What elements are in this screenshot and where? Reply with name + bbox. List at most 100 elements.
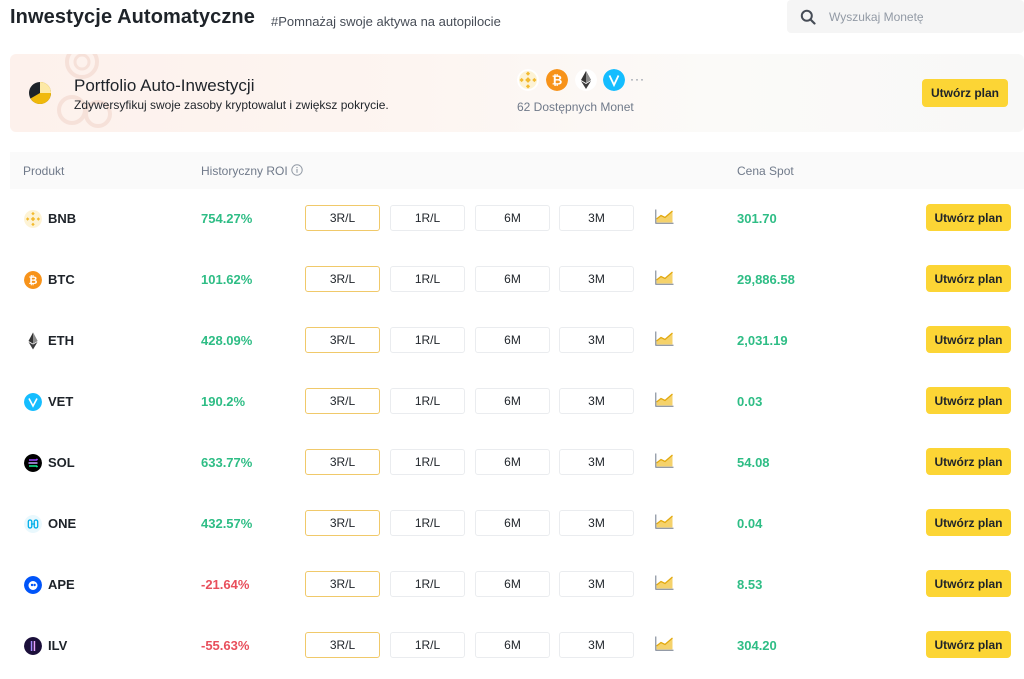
spot-price: 304.20 (737, 638, 777, 653)
search-input[interactable] (829, 4, 1014, 29)
period-button-1r-l[interactable]: 1R/L (390, 571, 465, 597)
coin-symbol: ETH (48, 333, 74, 348)
period-button-3m[interactable]: 3M (559, 205, 634, 231)
period-button-6m[interactable]: 6M (475, 205, 550, 231)
table-header: Produkt Historyczny ROI Cena Spot (10, 152, 1024, 189)
search-icon (800, 9, 816, 25)
roi-chart-icon[interactable] (655, 392, 674, 407)
period-button-3r-l[interactable]: 3R/L (305, 632, 380, 658)
coin-symbol: APE (48, 577, 75, 592)
create-plan-button[interactable]: Utwórz plan (926, 387, 1011, 414)
create-plan-button[interactable]: Utwórz plan (926, 509, 1011, 536)
period-button-1r-l[interactable]: 1R/L (390, 632, 465, 658)
period-button-6m[interactable]: 6M (475, 571, 550, 597)
period-button-3r-l[interactable]: 3R/L (305, 388, 380, 414)
btc-icon: ₿ (546, 69, 568, 91)
period-button-1r-l[interactable]: 1R/L (390, 510, 465, 536)
table-row: ETH 428.09% 3R/L 1R/L 6M 3M 2,031.19 Utwórz pla… (10, 311, 1024, 372)
search-box[interactable] (787, 0, 1024, 33)
sol-icon (24, 454, 42, 472)
spot-price: 0.03 (737, 394, 763, 409)
spot-price: 29,886.58 (737, 272, 795, 287)
period-button-3r-l[interactable]: 3R/L (305, 266, 380, 292)
coin-symbol: BNB (48, 211, 77, 226)
create-plan-button[interactable]: Utwórz plan (926, 204, 1011, 231)
column-spot-price: Cena Spot (737, 164, 794, 178)
pie-chart-icon (29, 81, 52, 104)
period-button-1r-l[interactable]: 1R/L (390, 205, 465, 231)
period-button-6m[interactable]: 6M (475, 266, 550, 292)
page-header: Inwestycje Automatyczne #Pomnażaj swoje … (0, 0, 1024, 42)
column-historical-roi: Historyczny ROI (201, 164, 288, 178)
more-coins-indicator: ··· (630, 72, 645, 86)
period-button-6m[interactable]: 6M (475, 510, 550, 536)
portfolio-banner: Portfolio Auto-Inwestycji Zdywersyfikuj … (10, 54, 1024, 132)
btc-icon: ₿ (24, 271, 42, 289)
roi-chart-icon[interactable] (655, 636, 674, 651)
coin-symbol: ILV (48, 638, 68, 653)
table-row: ₿ BTC 101.62% 3R/L 1R/L 6M 3M 29,886.58 Utwórz p… (10, 250, 1024, 311)
period-button-1r-l[interactable]: 1R/L (390, 327, 465, 353)
bnb-icon (517, 69, 539, 91)
create-plan-button[interactable]: Utwórz plan (926, 631, 1011, 658)
create-plan-button[interactable]: Utwórz plan (926, 448, 1011, 475)
period-button-3m[interactable]: 3M (559, 449, 634, 475)
column-product: Produkt (23, 164, 65, 178)
create-plan-button[interactable]: Utwórz plan (926, 326, 1011, 353)
svg-text:₿: ₿ (29, 274, 38, 287)
roi-chart-icon[interactable] (655, 209, 674, 224)
vet-icon (603, 69, 625, 91)
banner-description: Zdywersyfikuj swoje zasoby kryptowalut i… (74, 98, 389, 112)
roi-chart-icon[interactable] (655, 331, 674, 346)
coin-symbol: VET (48, 394, 74, 409)
ilv-icon (24, 637, 42, 655)
roi-chart-icon[interactable] (655, 270, 674, 285)
table-row: BNB 754.27% 3R/L 1R/L 6M 3M 301.70 Utwórz plan (10, 189, 1024, 250)
eth-icon (575, 69, 597, 91)
table-row: SOL 633.77% 3R/L 1R/L 6M 3M 54.08 Utwórz plan (10, 433, 1024, 494)
roi-value: -55.63% (201, 638, 250, 653)
period-button-3r-l[interactable]: 3R/L (305, 327, 380, 353)
period-button-6m[interactable]: 6M (475, 632, 550, 658)
roi-value: -21.64% (201, 577, 250, 592)
roi-value: 633.77% (201, 455, 253, 470)
create-plan-button[interactable]: Utwórz plan (926, 265, 1011, 292)
spot-price: 2,031.19 (737, 333, 788, 348)
roi-chart-icon[interactable] (655, 575, 674, 590)
table-row: APE -21.64% 3R/L 1R/L 6M 3M 8.53 Utwórz plan (10, 555, 1024, 616)
coin-symbol: SOL (48, 455, 75, 470)
table-row: VET 190.2% 3R/L 1R/L 6M 3M 0.03 Utwórz plan (10, 372, 1024, 433)
period-button-3m[interactable]: 3M (559, 632, 634, 658)
spot-price: 301.70 (737, 211, 777, 226)
info-icon[interactable] (291, 164, 303, 176)
roi-value: 432.57% (201, 516, 253, 531)
period-button-3r-l[interactable]: 3R/L (305, 205, 380, 231)
page-title: Inwestycje Automatyczne (10, 6, 255, 28)
period-button-1r-l[interactable]: 1R/L (390, 266, 465, 292)
period-button-6m[interactable]: 6M (475, 388, 550, 414)
period-button-3m[interactable]: 3M (559, 327, 634, 353)
period-button-3m[interactable]: 3M (559, 571, 634, 597)
period-button-6m[interactable]: 6M (475, 327, 550, 353)
roi-value: 428.09% (201, 333, 253, 348)
roi-chart-icon[interactable] (655, 514, 674, 529)
period-button-3r-l[interactable]: 3R/L (305, 510, 380, 536)
period-button-1r-l[interactable]: 1R/L (390, 388, 465, 414)
period-button-6m[interactable]: 6M (475, 449, 550, 475)
svg-text:₿: ₿ (552, 74, 563, 89)
period-button-3m[interactable]: 3M (559, 266, 634, 292)
period-button-1r-l[interactable]: 1R/L (390, 449, 465, 475)
spot-price: 8.53 (737, 577, 763, 592)
period-button-3r-l[interactable]: 3R/L (305, 449, 380, 475)
create-plan-button[interactable]: Utwórz plan (926, 570, 1011, 597)
period-button-3m[interactable]: 3M (559, 510, 634, 536)
period-button-3r-l[interactable]: 3R/L (305, 571, 380, 597)
coin-symbol: ONE (48, 516, 77, 531)
roi-value: 101.62% (201, 272, 253, 287)
roi-chart-icon[interactable] (655, 453, 674, 468)
roi-value: 754.27% (201, 211, 253, 226)
spot-price: 0.04 (737, 516, 763, 531)
roi-value: 190.2% (201, 394, 246, 409)
create-plan-button[interactable]: Utwórz plan (922, 79, 1008, 107)
period-button-3m[interactable]: 3M (559, 388, 634, 414)
